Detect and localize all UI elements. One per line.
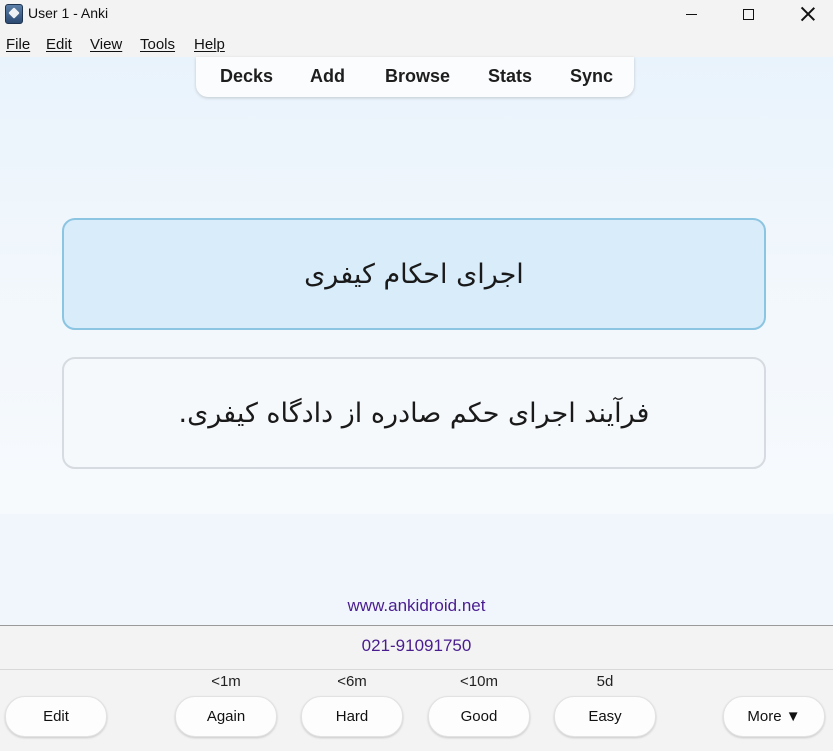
decks-button[interactable]: Decks (220, 66, 273, 87)
add-button[interactable]: Add (310, 66, 345, 87)
site-link[interactable]: www.ankidroid.net (0, 596, 833, 616)
more-button[interactable]: More ▼ (723, 696, 825, 737)
good-interval: <10m (460, 673, 498, 690)
again-interval: <1m (211, 673, 241, 690)
top-toolbar: Decks Add Browse Stats Sync (196, 57, 634, 97)
card-front: اجرای احکام کیفری (62, 218, 766, 330)
menu-help[interactable]: Help (194, 36, 225, 53)
card-back: فرآیند اجرای حکم صادره از دادگاه کیفری. (62, 357, 766, 469)
browse-button[interactable]: Browse (385, 66, 450, 87)
answer-bar (0, 669, 833, 751)
close-button[interactable] (785, 0, 831, 28)
phone-number: 021-91091750 (361, 636, 472, 655)
edit-button[interactable]: Edit (5, 696, 107, 737)
menu-file[interactable]: File (6, 36, 30, 53)
good-button[interactable]: Good (428, 696, 530, 737)
stats-button[interactable]: Stats (488, 66, 532, 87)
anki-app-icon (5, 4, 23, 24)
easy-button[interactable]: Easy (554, 696, 656, 737)
hard-interval: <6m (337, 673, 367, 690)
maximize-button[interactable] (725, 0, 771, 28)
menu-bar: File Edit View Tools Help (0, 33, 833, 57)
menu-tools[interactable]: Tools (140, 36, 175, 53)
minimize-button[interactable] (668, 0, 714, 28)
menu-view[interactable]: View (90, 36, 122, 53)
maximize-icon (742, 8, 754, 20)
again-button[interactable]: Again (175, 696, 277, 737)
hard-button[interactable]: Hard (301, 696, 403, 737)
card-front-text: اجرای احکام کیفری (304, 258, 524, 290)
sync-button[interactable]: Sync (570, 66, 613, 87)
close-icon (801, 7, 815, 21)
title-bar: User 1 - Anki (0, 0, 833, 28)
easy-interval: 5d (596, 673, 614, 690)
divider (0, 625, 833, 626)
card-back-text: فرآیند اجرای حکم صادره از دادگاه کیفری. (178, 397, 650, 429)
menu-edit[interactable]: Edit (46, 36, 72, 53)
window-title: User 1 - Anki (28, 5, 109, 21)
minimize-icon (685, 13, 697, 15)
